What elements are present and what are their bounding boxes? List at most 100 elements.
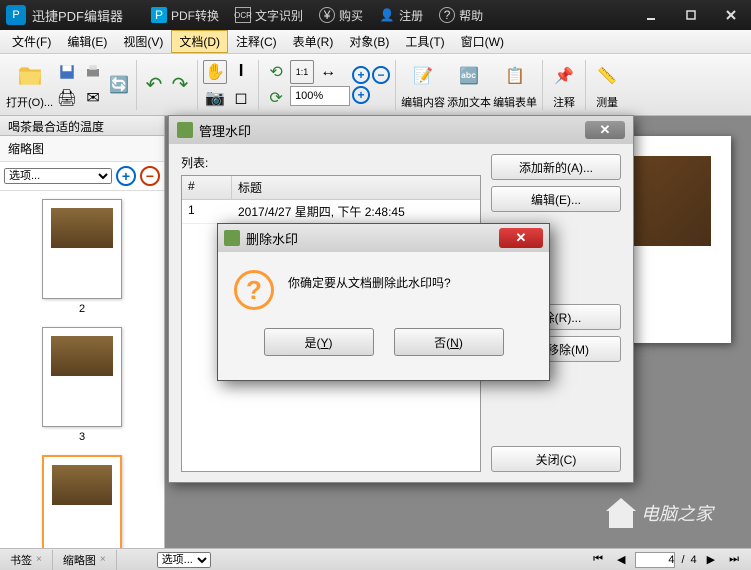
hand-icon[interactable]: ✋ [203, 60, 227, 84]
app-title: 迅捷PDF编辑器 [32, 6, 123, 25]
confirm-icon [224, 230, 240, 246]
bookmark-tab[interactable]: 书签× [0, 550, 53, 570]
confirm-titlebar[interactable]: 删除水印 ✕ [218, 224, 549, 252]
ocr-button[interactable]: OCR 文字识别 [227, 0, 311, 30]
menu-file[interactable]: 文件(F) [4, 30, 59, 53]
buy-button[interactable]: ¥ 购买 [311, 0, 371, 30]
yes-button[interactable]: 是(Y) [264, 328, 374, 356]
dialog-close-button[interactable]: ✕ [585, 121, 625, 139]
save-icon[interactable] [55, 60, 79, 84]
zoom-in-icon[interactable]: + [352, 66, 370, 84]
zoom-input[interactable] [290, 86, 350, 106]
toolbar: 打开(O)... 🖨 ✉ 🔄 ↶ ↷ ✋ 𝐈 📷 ◻ ⟲ 1:1 ↔ [0, 54, 751, 116]
close-button[interactable] [711, 0, 751, 30]
text-select-icon[interactable]: 𝐈 [229, 60, 253, 84]
print-icon[interactable] [81, 60, 105, 84]
printer-icon[interactable]: 🖨 [55, 86, 79, 110]
zoom-out-icon[interactable]: − [372, 66, 390, 84]
no-button[interactable]: 否(N) [394, 328, 504, 356]
menu-object[interactable]: 对象(B) [341, 30, 397, 53]
confirm-dialog: 删除水印 ✕ ? 你确定要从文档删除此水印吗? 是(Y) 否(N) [217, 223, 550, 381]
rotate-ccw-icon[interactable]: ⟲ [264, 60, 288, 84]
undo-icon[interactable]: ↶ [142, 73, 166, 97]
open-group[interactable]: 打开(O)... [6, 60, 53, 110]
menu-comment[interactable]: 注释(C) [228, 30, 285, 53]
titlebar: P 迅捷PDF编辑器 P PDF转换 OCR 文字识别 ¥ 购买 👤 注册 ? … [0, 0, 751, 30]
thumbnail-item[interactable]: 2 [8, 199, 156, 315]
annotate-icon: 📌 [548, 60, 580, 92]
add-text-button[interactable]: 🔤 添加文本 [447, 60, 491, 110]
help-button[interactable]: ? 帮助 [431, 0, 491, 30]
edit-content-icon: 📝 [407, 60, 439, 92]
edit-content-button[interactable]: 📝 编辑内容 [401, 60, 445, 110]
edit-button[interactable]: 编辑(E)... [491, 186, 621, 212]
fit-page-icon[interactable]: 1:1 [290, 60, 314, 84]
close-dialog-button[interactable]: 关闭(C) [491, 446, 621, 472]
add-button[interactable]: 添加新的(A)... [491, 154, 621, 180]
pdf-convert-button[interactable]: P PDF转换 [143, 0, 227, 30]
menu-document[interactable]: 文档(D) [171, 30, 228, 53]
fit-width-icon[interactable]: ↔ [316, 60, 340, 84]
next-page-icon[interactable]: ▶ [703, 553, 719, 566]
thumbnail-tab[interactable]: 缩略图× [53, 550, 117, 570]
dialog-title: 管理水印 [199, 121, 251, 140]
menu-window[interactable]: 窗口(W) [453, 30, 512, 53]
convert-label: PDF转换 [171, 7, 219, 24]
thumbnail-item[interactable]: 4 [8, 455, 156, 548]
bottom-options-select[interactable]: 选项... [157, 552, 211, 568]
selection-icon[interactable]: ◻ [229, 86, 253, 110]
prev-page-icon[interactable]: ◀ [613, 553, 629, 566]
open-label: 打开(O)... [6, 94, 53, 110]
zoom-actual-icon[interactable]: + [352, 86, 370, 104]
panel-title: 缩略图 [0, 136, 164, 162]
options-select[interactable]: 选项... [4, 168, 112, 184]
first-page-icon[interactable]: ⏮ [589, 553, 607, 566]
close-icon[interactable]: × [36, 554, 42, 565]
mail-icon[interactable]: ✉ [81, 86, 105, 110]
dialog-titlebar[interactable]: 管理水印 ✕ [169, 116, 633, 144]
watermark-logo: 电脑之家 [601, 488, 741, 538]
convert-icon: P [151, 7, 167, 23]
confirm-close-button[interactable]: ✕ [499, 228, 543, 248]
help-label: 帮助 [459, 7, 483, 24]
list-row[interactable]: 1 2017/4/27 星期四, 下午 2:48:45 [182, 200, 480, 224]
thumb-zoom-out-icon[interactable]: − [140, 166, 160, 186]
maximize-button[interactable] [671, 0, 711, 30]
measure-button[interactable]: 📏 测量 [591, 60, 623, 110]
edit-form-button[interactable]: 📋 编辑表单 [493, 60, 537, 110]
folder-icon [14, 60, 46, 92]
thumbnail-list[interactable]: 2 3 4 [0, 191, 164, 548]
thumbnail-item[interactable]: 3 [8, 327, 156, 443]
menu-form[interactable]: 表单(R) [285, 30, 342, 53]
rotate-cw-icon[interactable]: ⟳ [264, 86, 288, 110]
minimize-button[interactable] [631, 0, 671, 30]
ocr-icon: OCR [235, 7, 251, 23]
thumbnail-panel: 喝茶最合适的温度 缩略图 选项... + − 2 3 4 [0, 116, 165, 548]
ocr-label: 文字识别 [255, 7, 303, 24]
confirm-title-text: 删除水印 [246, 229, 298, 248]
menu-tool[interactable]: 工具(T) [397, 30, 452, 53]
col-num[interactable]: # [182, 176, 232, 199]
measure-icon: 📏 [591, 60, 623, 92]
thumb-zoom-in-icon[interactable]: + [116, 166, 136, 186]
annotate-button[interactable]: 📌 注释 [548, 60, 580, 110]
snapshot-icon[interactable]: 📷 [203, 86, 227, 110]
last-page-icon[interactable]: ⏭ [725, 553, 743, 566]
add-text-icon: 🔤 [453, 60, 485, 92]
buy-label: 购买 [339, 7, 363, 24]
menu-view[interactable]: 视图(V) [115, 30, 171, 53]
doc-tab[interactable]: 喝茶最合适的温度 [0, 116, 164, 136]
page-input[interactable] [635, 552, 675, 568]
register-button[interactable]: 👤 注册 [371, 0, 431, 30]
page-sep: / [681, 554, 684, 566]
redo-icon[interactable]: ↷ [168, 73, 192, 97]
yen-icon: ¥ [319, 7, 335, 23]
col-title[interactable]: 标题 [232, 176, 480, 199]
bottom-bar: 书签× 缩略图× 选项... ⏮ ◀ / 4 ▶ ⏭ [0, 548, 751, 570]
confirm-message: 你确定要从文档删除此水印吗? [288, 270, 451, 291]
app-icon: P [6, 5, 26, 25]
close-icon[interactable]: × [100, 554, 106, 565]
user-icon: 👤 [379, 7, 395, 23]
convert-icon-btn[interactable]: 🔄 [107, 61, 131, 109]
menu-edit[interactable]: 编辑(E) [59, 30, 115, 53]
